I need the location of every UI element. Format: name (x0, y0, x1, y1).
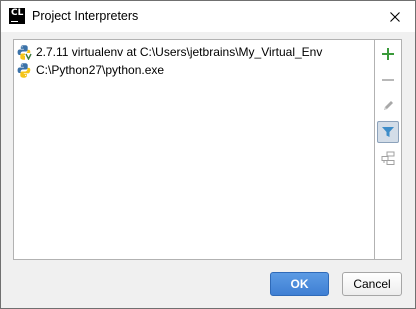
title-bar[interactable]: CL Project Interpreters (1, 1, 415, 32)
interpreter-toolbar (375, 39, 402, 260)
add-icon (382, 48, 394, 60)
edit-interpreter-button[interactable] (377, 95, 399, 117)
python-icon (17, 63, 31, 78)
window-title: Project Interpreters (32, 9, 139, 23)
remove-icon (382, 79, 394, 81)
interpreter-list[interactable]: 2.7.11 virtualenv at C:\Users\jetbrains\… (13, 39, 375, 260)
filter-icon (382, 127, 394, 137)
edit-icon (384, 101, 393, 110)
cancel-button[interactable]: Cancel (342, 272, 402, 296)
interpreter-item-python27[interactable]: C:\Python27\python.exe (16, 61, 372, 79)
remove-interpreter-button[interactable] (377, 69, 399, 91)
show-paths-icon (381, 151, 395, 165)
dialog-content: 2.7.11 virtualenv at C:\Users\jetbrains\… (1, 32, 415, 308)
ok-button[interactable]: OK (270, 272, 329, 296)
close-icon (390, 11, 400, 22)
clion-app-icon: CL (9, 8, 25, 24)
filter-interpreters-button[interactable] (377, 121, 399, 143)
project-interpreters-dialog: CL Project Interpreters 2.7.11 virtualen… (0, 0, 416, 309)
close-button[interactable] (375, 1, 415, 32)
interpreter-label: 2.7.11 virtualenv at C:\Users\jetbrains\… (36, 45, 323, 59)
app-icon-text: CL (11, 8, 24, 18)
interpreter-label: C:\Python27\python.exe (36, 63, 165, 77)
show-interpreter-paths-button[interactable] (377, 147, 399, 169)
add-interpreter-button[interactable] (377, 43, 399, 65)
python-virtualenv-icon (17, 45, 32, 60)
interpreter-item-virtualenv[interactable]: 2.7.11 virtualenv at C:\Users\jetbrains\… (16, 43, 372, 61)
